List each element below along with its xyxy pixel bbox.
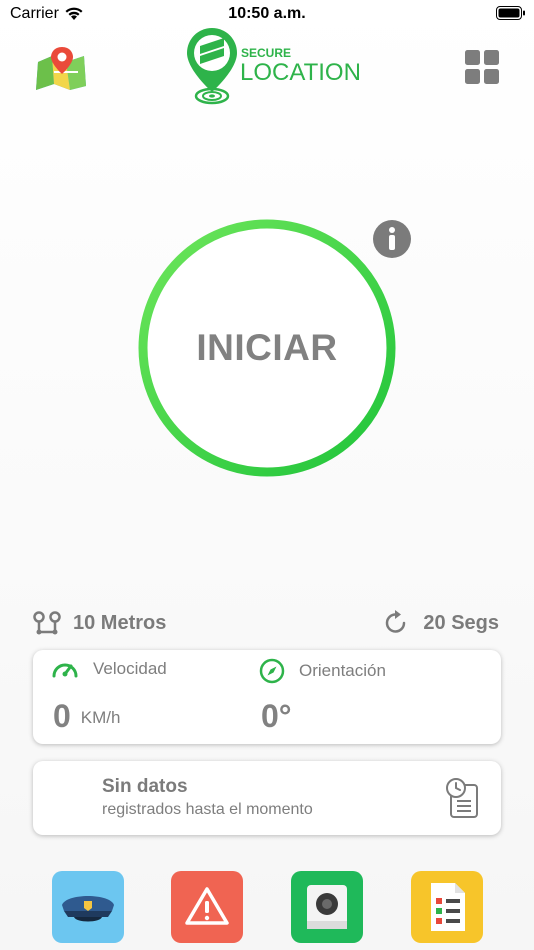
route-points-icon — [33, 611, 61, 635]
interval-setting[interactable]: 20 Segs — [383, 608, 499, 638]
speed-unit: KM/h — [80, 708, 121, 727]
app-logo: SECURE LOCATION — [185, 26, 375, 108]
camera-icon — [307, 885, 347, 929]
refresh-icon — [386, 610, 406, 633]
orientation-value: 0° — [261, 698, 292, 734]
stats-card: Velocidad 0 KM/h Orientación 0° — [33, 650, 501, 744]
logo-text-bottom: LOCATION — [240, 59, 361, 86]
map-pin-icon[interactable] — [34, 42, 90, 92]
records-title: Sin datos — [102, 776, 188, 797]
records-card[interactable]: Sin datos registrados hasta el momento — [33, 761, 501, 835]
alert-button[interactable] — [171, 871, 243, 943]
distance-setting[interactable]: 10 Metros — [33, 608, 166, 638]
records-subtitle: registrados hasta el momento — [102, 801, 313, 818]
battery-icon — [496, 6, 526, 26]
interval-label: 20 Segs — [423, 611, 499, 634]
speed-value: 0 — [53, 698, 71, 734]
history-document-icon — [445, 777, 479, 824]
report-button[interactable] — [411, 871, 483, 943]
grid-menu-icon[interactable] — [465, 50, 499, 84]
clock: 10:50 a.m. — [228, 5, 306, 22]
camera-button[interactable] — [291, 871, 363, 943]
start-button[interactable]: INICIAR — [138, 219, 396, 477]
police-cap-icon — [62, 896, 114, 922]
compass-icon — [259, 658, 285, 684]
speedometer-icon — [52, 663, 78, 678]
info-icon[interactable] — [372, 219, 412, 259]
checklist-icon — [431, 883, 465, 931]
police-button[interactable] — [52, 871, 124, 943]
speed-label: Velocidad — [93, 659, 167, 678]
warning-icon — [185, 887, 229, 925]
distance-label: 10 Metros — [73, 611, 167, 634]
logo-text-top: SECURE — [241, 46, 292, 60]
orientation-label: Orientación — [299, 661, 386, 680]
